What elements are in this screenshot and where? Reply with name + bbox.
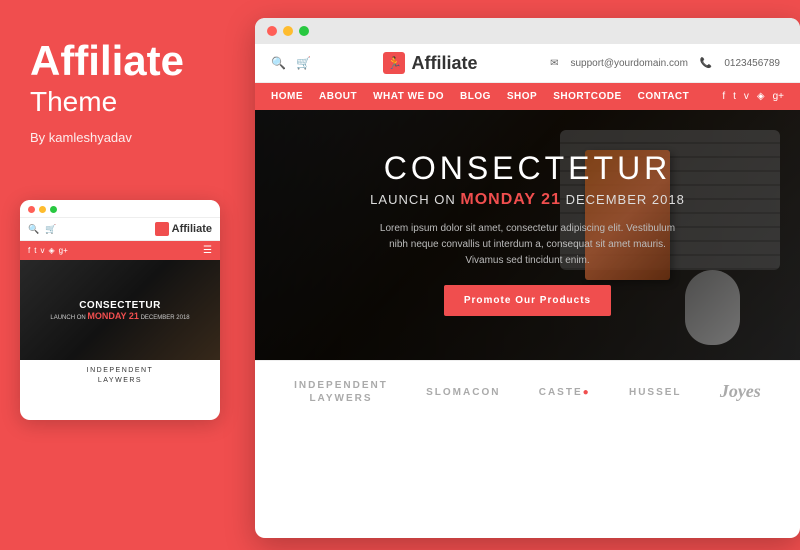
brand-joyes: Joyes	[720, 380, 761, 403]
mobile-top-bar	[20, 200, 220, 218]
mobile-mockup: 🔍 🛒 Affiliate f t v ◈ g+ ☰ CONSECTETUR	[20, 200, 220, 420]
mobile-logo-text: Affiliate	[172, 223, 212, 235]
desktop-brands-bar: INDEPENDENTLAYWERS SLOMACON CASTE● HUSSE…	[255, 360, 800, 423]
nav-about[interactable]: ABOUT	[319, 91, 357, 102]
twitter-icon: t	[34, 246, 36, 255]
hero-title: CONSECTETUR	[285, 150, 770, 187]
brand-title: Affiliate	[30, 40, 215, 82]
desktop-header-left: 🔍 🛒	[271, 56, 311, 70]
email-icon: ✉	[550, 58, 558, 69]
mobile-launch-label: LAUNCH ON MONDAY 21 DECEMBER 2018	[50, 311, 189, 321]
mobile-footer-brand: INDEPENDENT LAYWERS	[20, 360, 220, 390]
nav-shortcode[interactable]: SHORTCODE	[553, 91, 621, 102]
phone-number: 0123456789	[724, 58, 780, 69]
hero-content: CONSECTETUR LAUNCH ON MONDAY 21 DECEMBER…	[255, 110, 800, 356]
instagram-icon: ◈	[48, 246, 54, 255]
brand-slomacon: SLOMACON	[426, 386, 500, 399]
search-icon: 🔍	[28, 224, 39, 235]
mobile-hero-title: CONSECTETUR	[50, 300, 189, 311]
dot-green	[50, 206, 57, 213]
hamburger-icon: ☰	[203, 245, 212, 256]
dot-yellow	[39, 206, 46, 213]
support-email: support@yourdomain.com	[570, 58, 687, 69]
vimeo-icon: v	[40, 246, 44, 255]
desktop-dot-yellow	[283, 26, 293, 36]
hero-subtitle: LAUNCH ON MONDAY 21 DECEMBER 2018	[285, 191, 770, 209]
logo-figure-icon: 🏃	[387, 56, 402, 70]
nav-contact[interactable]: CONTACT	[638, 91, 690, 102]
mobile-nav-bar: f t v ◈ g+ ☰	[20, 241, 220, 260]
mobile-hero: CONSECTETUR LAUNCH ON MONDAY 21 DECEMBER…	[20, 260, 220, 360]
vimeo-icon[interactable]: v	[744, 91, 749, 102]
brand-subtitle: Theme	[30, 86, 215, 118]
mobile-header-icons: 🔍 🛒	[28, 224, 56, 235]
mobile-logo: Affiliate	[155, 222, 212, 236]
cart-icon: 🛒	[45, 224, 56, 235]
brand-caste: CASTE●	[539, 386, 591, 399]
cart-icon[interactable]: 🛒	[296, 56, 311, 70]
mobile-header: 🔍 🛒 Affiliate	[20, 218, 220, 241]
desktop-mockup: 🔍 🛒 🏃 Affiliate ✉ support@yourdomain.com…	[255, 18, 800, 538]
mobile-logo-icon	[155, 222, 169, 236]
desktop-top-bar	[255, 18, 800, 44]
instagram-icon[interactable]: ◈	[757, 91, 765, 102]
hero-date-suffix: DECEMBER 2018	[566, 192, 685, 207]
search-icon[interactable]: 🔍	[271, 56, 286, 70]
desktop-site-header: 🔍 🛒 🏃 Affiliate ✉ support@yourdomain.com…	[255, 44, 800, 83]
mobile-hero-date: MONDAY 21	[87, 311, 139, 321]
twitter-icon[interactable]: t	[733, 91, 736, 102]
hero-day-highlight: MONDAY 21	[460, 191, 561, 208]
desktop-nav: HOME ABOUT WHAT WE DO BLOG SHOP SHORTCOD…	[255, 83, 800, 110]
desktop-logo: 🏃 Affiliate	[383, 52, 477, 74]
desktop-logo-text: Affiliate	[411, 53, 477, 74]
brand-author: By kamleshyadav	[30, 130, 215, 145]
nav-blog[interactable]: BLOG	[460, 91, 491, 102]
desktop-dot-green	[299, 26, 309, 36]
mobile-social-icons: f t v ◈ g+	[28, 246, 68, 255]
hero-launch-label: LAUNCH ON	[370, 192, 456, 207]
dot-red	[28, 206, 35, 213]
google-icon[interactable]: g+	[773, 91, 784, 102]
caste-dot: ●	[583, 387, 591, 398]
desktop-logo-icon: 🏃	[383, 52, 405, 74]
hero-description: Lorem ipsum dolor sit amet, consectetur …	[378, 221, 678, 269]
brand-independent-laywers: INDEPENDENTLAYWERS	[294, 379, 388, 405]
desktop-hero: CONSECTETUR LAUNCH ON MONDAY 21 DECEMBER…	[255, 110, 800, 360]
left-panel: Affiliate Theme By kamleshyadav 🔍 🛒 Affi…	[0, 0, 245, 550]
nav-home[interactable]: HOME	[271, 91, 303, 102]
mobile-date-suffix: DECEMBER 2018	[141, 315, 190, 321]
desktop-nav-social: f t v ◈ g+	[722, 91, 784, 102]
mobile-traffic-lights	[28, 206, 57, 213]
google-icon: g+	[59, 246, 68, 255]
facebook-icon[interactable]: f	[722, 91, 725, 102]
desktop-dot-red	[267, 26, 277, 36]
facebook-icon: f	[28, 246, 30, 255]
desktop-contact-info: ✉ support@yourdomain.com 📞 0123456789	[550, 58, 784, 69]
mobile-hero-content: CONSECTETUR LAUNCH ON MONDAY 21 DECEMBER…	[50, 300, 189, 321]
phone-icon: 📞	[700, 58, 712, 69]
nav-shop[interactable]: SHOP	[507, 91, 537, 102]
nav-what-we-do[interactable]: WHAT WE DO	[373, 91, 444, 102]
hero-cta-button[interactable]: Promote Our Products	[444, 285, 611, 316]
desktop-nav-links: HOME ABOUT WHAT WE DO BLOG SHOP SHORTCOD…	[271, 91, 689, 102]
brand-hussel: HUSSEL	[629, 386, 682, 399]
